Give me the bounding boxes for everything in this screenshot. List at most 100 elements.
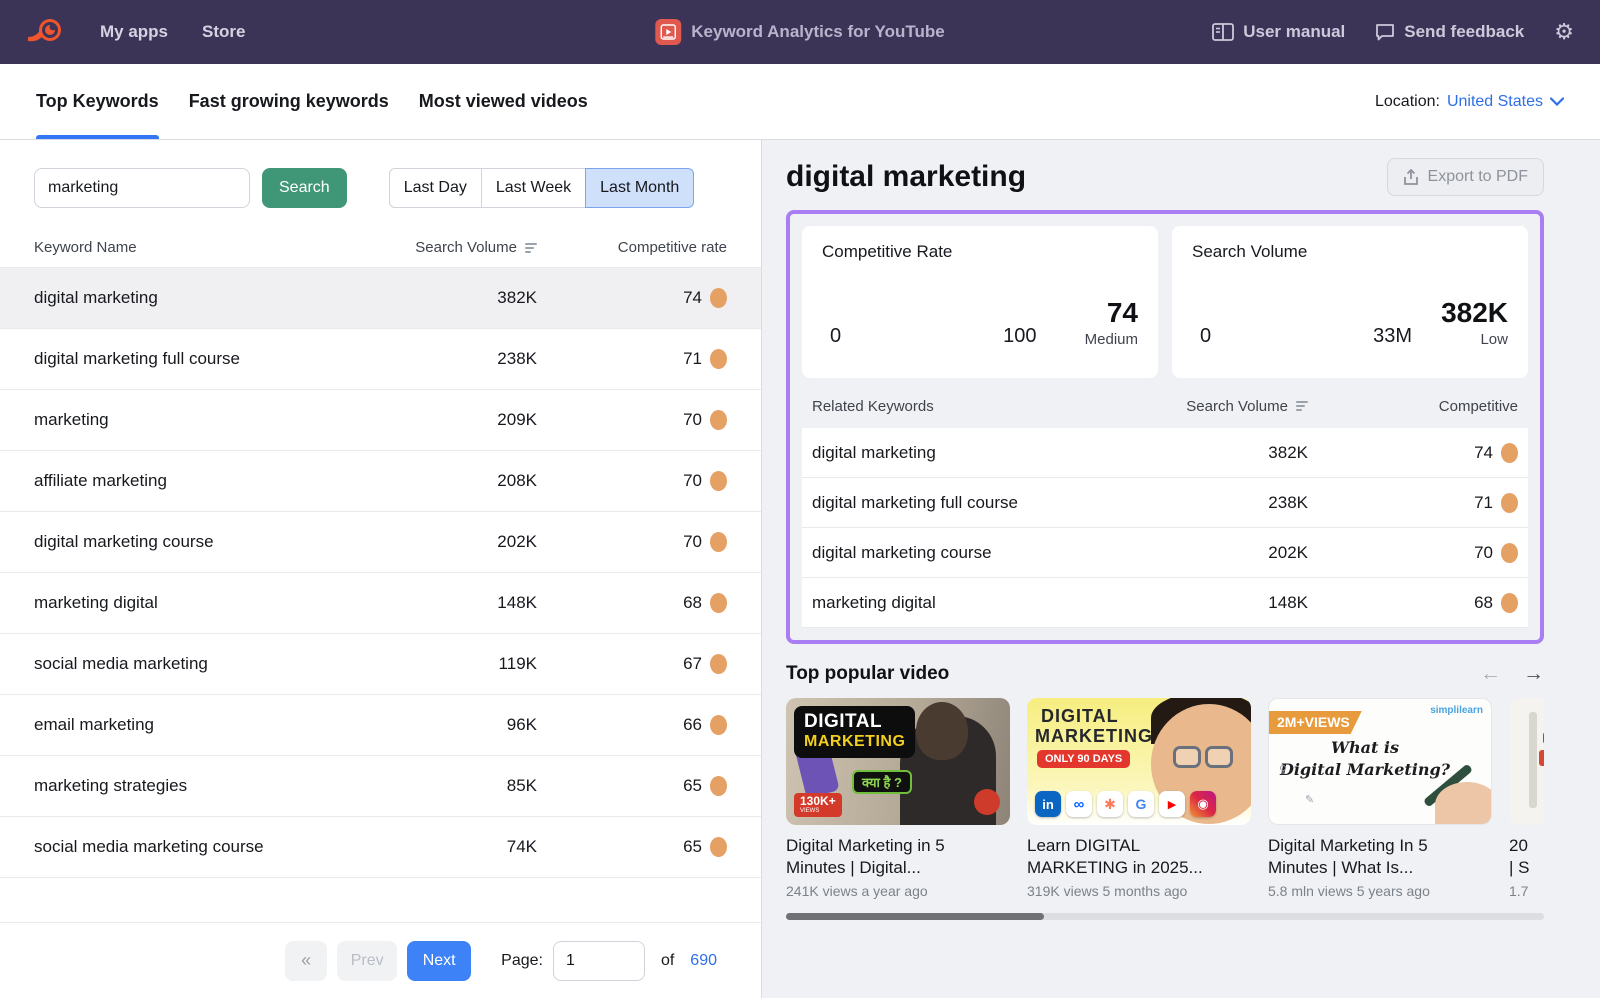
table-row[interactable]: email marketing 96K 66 <box>0 695 761 756</box>
user-manual-link[interactable]: User manual <box>1212 22 1345 42</box>
top-navbar: My apps Store Keyword Analytics for YouT… <box>0 0 1600 64</box>
semrush-logo[interactable] <box>26 15 66 49</box>
nav-my-apps[interactable]: My apps <box>100 22 168 42</box>
related-table-header: Related Keywords Search Volume Competiti… <box>802 384 1528 428</box>
location-value[interactable]: United States <box>1447 93 1543 111</box>
keyword-overview-highlight: Competitive Rate 0 100 74 Medium <box>786 210 1544 644</box>
rate-dot <box>710 593 727 613</box>
linkedin-icon: in <box>1035 791 1061 817</box>
rate-dot <box>710 288 727 308</box>
rate-dot <box>710 349 727 369</box>
settings-gear-icon[interactable]: ⚙ <box>1554 21 1574 43</box>
rate-dot <box>710 654 727 674</box>
rate-dot <box>1501 493 1518 513</box>
first-page-button[interactable]: « <box>285 941 327 981</box>
rate-dot <box>710 776 727 796</box>
rate-dot <box>710 471 727 491</box>
sort-icon[interactable] <box>1296 401 1308 411</box>
video-meta: 241K views a year ago <box>786 883 1010 899</box>
video-thumbnail: 2M+VIEWS simplilearn What is Digital Mar… <box>1268 698 1492 825</box>
search-input[interactable] <box>34 168 250 208</box>
carousel-right-arrow-icon[interactable]: → <box>1523 662 1544 686</box>
youtube-app-icon <box>655 19 681 45</box>
youtube-icon: ▶ <box>1159 791 1185 817</box>
table-row[interactable]: affiliate marketing 208K 70 <box>0 451 761 512</box>
competitive-rate-level: Medium <box>1085 331 1138 348</box>
carousel-left-arrow-icon[interactable]: ← <box>1480 662 1501 686</box>
meta-icon: ∞ <box>1066 791 1092 817</box>
export-pdf-button[interactable]: Export to PDF <box>1387 158 1544 196</box>
export-icon <box>1403 169 1419 186</box>
top-popular-video-heading: Top popular video <box>786 663 949 685</box>
page-of-label: of <box>661 952 674 970</box>
next-page-button[interactable]: Next <box>407 941 471 981</box>
video-title[interactable]: Learn DIGITAL MARKETING in 2025... <box>1027 835 1251 880</box>
pagination: « Prev Next Page: of 690 <box>0 922 761 998</box>
rate-dot <box>1501 593 1518 613</box>
rate-dot <box>710 410 727 430</box>
tab-bar: Top Keywords Fast growing keywords Most … <box>0 64 1600 140</box>
competitive-rate-value: 74 <box>1085 297 1138 329</box>
video-card[interactable]: 20 | S 1.7 <box>1509 698 1544 899</box>
filter-last-week[interactable]: Last Week <box>481 168 586 208</box>
search-button[interactable]: Search <box>262 168 347 208</box>
video-meta: 1.7 <box>1509 883 1544 899</box>
column-related-competitive: Competitive <box>1308 398 1518 415</box>
tab-top-keywords[interactable]: Top Keywords <box>36 64 159 139</box>
video-title[interactable]: Digital Marketing In 5 Minutes | What Is… <box>1268 835 1492 880</box>
detail-title: digital marketing <box>786 160 1026 194</box>
horizontal-scrollbar[interactable] <box>786 913 1544 920</box>
related-row[interactable]: digital marketing full course 238K 71 <box>802 478 1528 528</box>
search-volume-level: Low <box>1441 331 1508 348</box>
table-row[interactable]: digital marketing course 202K 70 <box>0 512 761 573</box>
video-title[interactable]: Digital Marketing in 5 Minutes | Digital… <box>786 835 1010 880</box>
video-title[interactable]: 20 | S <box>1509 835 1544 880</box>
table-row[interactable]: marketing 209K 70 <box>0 390 761 451</box>
related-row[interactable]: marketing digital 148K 68 <box>802 578 1528 628</box>
send-feedback-link[interactable]: Send feedback <box>1375 22 1524 42</box>
filter-last-month[interactable]: Last Month <box>585 168 694 208</box>
nav-store[interactable]: Store <box>202 22 245 42</box>
filter-last-day[interactable]: Last Day <box>389 168 482 208</box>
time-filter-group: Last Day Last Week Last Month <box>389 168 695 208</box>
chat-icon <box>1375 23 1395 41</box>
location-selector[interactable]: Location: United States <box>1375 64 1564 139</box>
tab-most-viewed-videos[interactable]: Most viewed videos <box>419 64 588 139</box>
prev-page-button[interactable]: Prev <box>337 941 397 981</box>
video-card[interactable]: DIGITAL MARKETING ONLY 90 DAYS in ∞ ✱ G … <box>1027 698 1251 899</box>
table-row[interactable]: digital marketing full course 238K 71 <box>0 329 761 390</box>
table-row[interactable]: digital marketing 382K 74 <box>0 268 761 329</box>
tab-fast-growing-keywords[interactable]: Fast growing keywords <box>189 64 389 139</box>
competitive-rate-card: Competitive Rate 0 100 74 Medium <box>802 226 1158 378</box>
sort-icon[interactable] <box>525 243 537 253</box>
video-meta: 319K views 5 months ago <box>1027 883 1251 899</box>
keyword-table-header: Keyword Name Search Volume Competitive r… <box>0 228 761 268</box>
table-row[interactable]: marketing digital 148K 68 <box>0 573 761 634</box>
google-icon: G <box>1128 791 1154 817</box>
location-label: Location: <box>1375 93 1440 111</box>
rate-dot <box>1501 543 1518 563</box>
table-row[interactable]: marketing strategies 85K 65 <box>0 756 761 817</box>
related-row[interactable]: digital marketing 382K 74 <box>802 428 1528 478</box>
table-row[interactable]: social media marketing 119K 67 <box>0 634 761 695</box>
video-thumbnail: DIGITAL MARKETING ONLY 90 DAYS in ∞ ✱ G … <box>1027 698 1251 825</box>
table-row[interactable]: social media marketing course 74K 65 <box>0 817 761 878</box>
page-input[interactable] <box>553 941 645 981</box>
competitive-rate-gauge <box>849 276 995 350</box>
total-pages-link[interactable]: 690 <box>690 952 717 970</box>
app-title: Keyword Analytics for YouTube <box>691 22 944 42</box>
video-meta: 5.8 mln views 5 years ago <box>1268 883 1492 899</box>
chevron-down-icon <box>1550 97 1564 106</box>
video-card[interactable]: 2M+VIEWS simplilearn What is Digital Mar… <box>1268 698 1492 899</box>
search-volume-value: 382K <box>1441 297 1508 329</box>
column-competitive-rate: Competitive rate <box>537 239 727 256</box>
video-card[interactable]: DIGITAL MARKETING क्या है ? 130K+VIEWS D… <box>786 698 1010 899</box>
keyword-detail-panel: digital marketing Export to PDF Competit… <box>762 140 1600 998</box>
book-icon <box>1212 23 1234 41</box>
column-related-search-volume[interactable]: Search Volume <box>1078 398 1308 415</box>
scrollbar-thumb[interactable] <box>786 913 1044 920</box>
column-search-volume[interactable]: Search Volume <box>377 239 537 256</box>
search-volume-card: Search Volume 0 33M 382K Low <box>1172 226 1528 378</box>
rate-dot <box>1501 443 1518 463</box>
related-row[interactable]: digital marketing course 202K 70 <box>802 528 1528 578</box>
